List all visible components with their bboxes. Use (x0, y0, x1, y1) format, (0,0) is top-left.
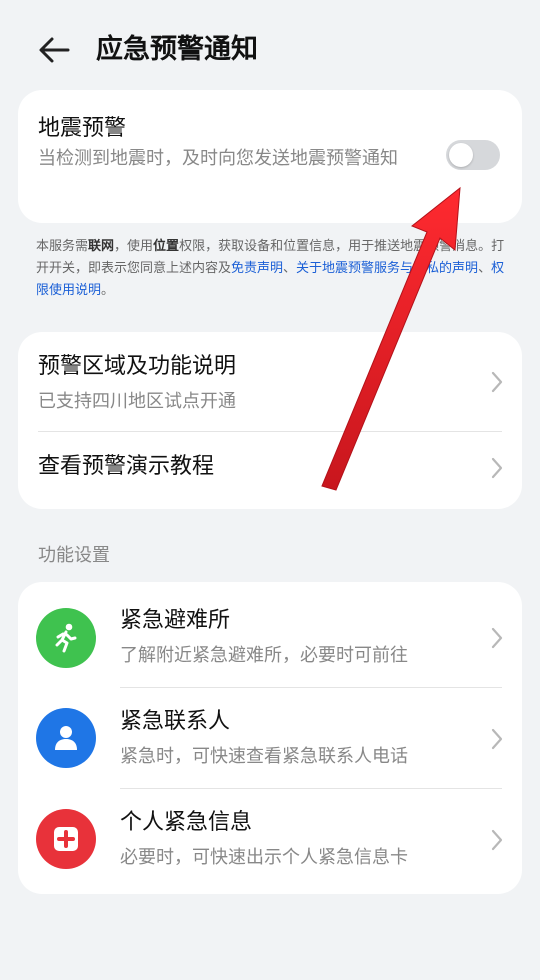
medical-cross-icon (36, 809, 96, 869)
list-item-emergency-shelter[interactable]: 紧急避难所 了解附近紧急避难所，必要时可前往 (18, 582, 522, 686)
demo-tutorial-title: 查看预警演示教程 (38, 454, 215, 479)
emergency-shelter-subtitle: 了解附近紧急避难所，必要时可前往 (120, 645, 408, 666)
arrow-left-icon (39, 37, 70, 63)
warning-area-title: 预警区域及功能说明 (38, 354, 237, 379)
chevron-right-icon (491, 371, 503, 393)
list-item-warning-area[interactable]: 预警区域及功能说明 已支持四川地区试点开通 (18, 332, 522, 431)
earthquake-warning-title: 地震预警 (38, 116, 127, 141)
back-button[interactable] (34, 30, 74, 70)
list-item-demo-tutorial[interactable]: 查看预警演示教程 (18, 432, 522, 509)
personal-emergency-info-subtitle: 必要时，可快速出示个人紧急信息卡 (120, 847, 408, 868)
function-settings-card: 紧急避难所 了解附近紧急避难所，必要时可前往 紧急联系人 紧急时，可快速查看紧急… (18, 582, 522, 894)
warning-area-subtitle: 已支持四川地区试点开通 (38, 391, 236, 412)
personal-emergency-info-title: 个人紧急信息 (120, 810, 253, 835)
earthquake-warning-description: 当检测到地震时，及时向您发送地震预警通知 (38, 148, 398, 169)
page-title: 应急预警通知 (96, 34, 258, 65)
running-person-icon (36, 608, 96, 668)
emergency-shelter-title: 紧急避难所 (120, 608, 231, 633)
notice-bold-network: 联网 (88, 239, 115, 254)
chevron-right-icon (491, 627, 503, 649)
notice-separator-1: 、 (283, 261, 297, 276)
service-notice: 本服务需联网，使用位置权限，获取设备和位置信息，用于推送地震预警消息。打开开关，… (36, 236, 506, 302)
toggle-knob (449, 143, 473, 167)
chevron-right-icon (491, 728, 503, 750)
notice-separator-2: 、 (478, 261, 492, 276)
notice-end: 。 (101, 283, 115, 298)
earthquake-warning-toggle[interactable] (446, 140, 500, 170)
info-card: 预警区域及功能说明 已支持四川地区试点开通 查看预警演示教程 (18, 332, 522, 509)
emergency-contact-subtitle: 紧急时，可快速查看紧急联系人电话 (120, 746, 408, 767)
section-label-function-settings: 功能设置 (38, 545, 110, 566)
contact-person-icon (36, 708, 96, 768)
notice-bold-location: 位置 (153, 239, 180, 254)
emergency-contact-title: 紧急联系人 (120, 709, 231, 734)
header: 应急预警通知 (0, 0, 540, 100)
list-item-personal-emergency-info[interactable]: 个人紧急信息 必要时，可快速出示个人紧急信息卡 (18, 789, 522, 894)
disclaimer-link[interactable]: 免责声明 (231, 261, 283, 276)
chevron-right-icon (491, 457, 503, 479)
notice-text-1: 本服务需 (36, 239, 89, 254)
privacy-statement-link[interactable]: 关于地震预警服务与隐私的声明 (296, 261, 478, 276)
notice-text-2: ，使用 (114, 239, 154, 254)
list-item-emergency-contact[interactable]: 紧急联系人 紧急时，可快速查看紧急联系人电话 (18, 688, 522, 788)
chevron-right-icon (491, 829, 503, 851)
